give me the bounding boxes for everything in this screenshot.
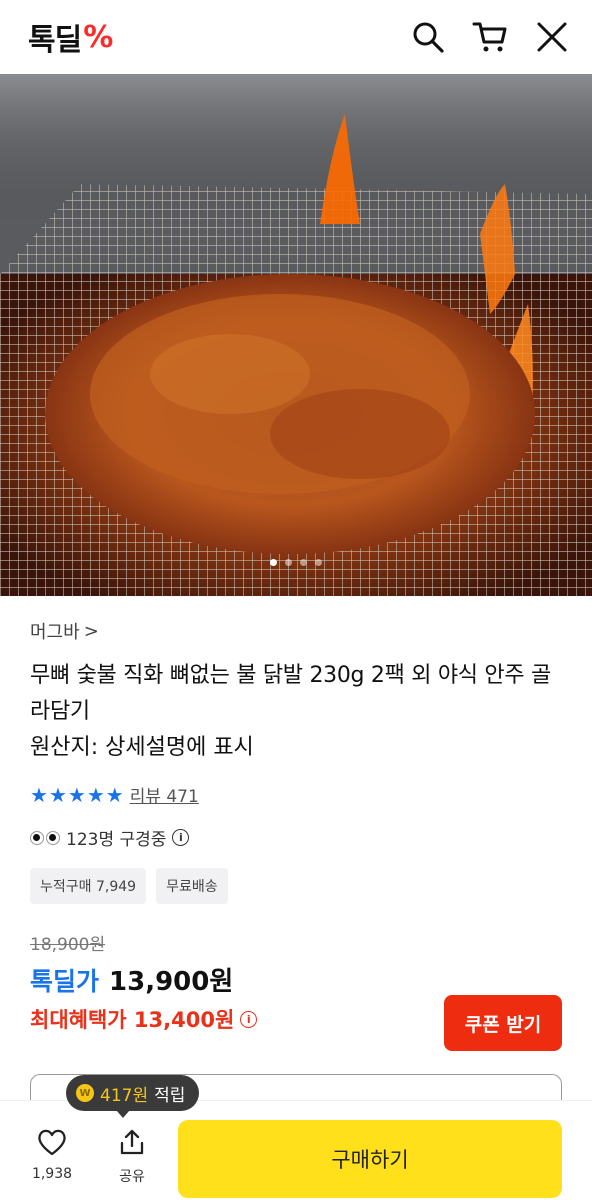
- star-icon: ★: [105, 782, 124, 807]
- points-amount: 417원: [100, 1085, 149, 1106]
- points-tooltip: W 417원 적립: [66, 1075, 200, 1118]
- like-button[interactable]: 1,938: [22, 1128, 82, 1182]
- header-actions: [410, 19, 570, 55]
- share-label: 공유: [119, 1169, 145, 1185]
- star-rating: ★ ★ ★ ★ ★: [30, 785, 124, 805]
- eyes-icon: [30, 830, 60, 845]
- star-icon: ★: [86, 782, 105, 807]
- search-icon[interactable]: [410, 19, 446, 55]
- close-icon[interactable]: [534, 19, 570, 55]
- product-info: 머그바 > 무뼈 숯불 직화 뼈없는 불 닭발 230g 2팩 외 야식 안주 …: [30, 618, 570, 1034]
- product-photo: [0, 74, 592, 596]
- cart-icon[interactable]: [472, 19, 508, 55]
- deal-price-label: 톡딜가: [30, 967, 100, 996]
- review-link[interactable]: 리뷰 471: [130, 782, 199, 807]
- logo-mark: %: [83, 19, 113, 55]
- info-icon[interactable]: i: [172, 829, 190, 846]
- product-title: 무뼈 숯불 직화 뼈없는 불 닭발 230g 2팩 외 야식 안주 골라담기: [30, 663, 551, 724]
- coin-icon: W: [76, 1084, 94, 1102]
- star-icon: ★: [48, 782, 67, 807]
- brand-name: 머그바: [30, 622, 80, 643]
- star-icon: ★: [67, 782, 86, 807]
- chevron-right-icon: >: [83, 620, 99, 642]
- viewer-count: 123명 구경중 i: [30, 825, 570, 850]
- viewer-count-text: 123명 구경중: [66, 830, 167, 850]
- carousel-dot[interactable]: [285, 559, 292, 566]
- product-badges: 누적구매 7,949 무료배송: [30, 868, 570, 904]
- carousel-dot[interactable]: [270, 559, 277, 566]
- buy-button[interactable]: 구매하기: [178, 1120, 562, 1198]
- carousel-dot[interactable]: [300, 559, 307, 566]
- deal-price-value: 13,900원: [109, 967, 234, 997]
- carousel-indicator: [0, 559, 592, 566]
- original-price: 18,900원: [30, 935, 106, 955]
- max-benefit-price: 최대혜택가 13,400원: [30, 1008, 235, 1032]
- product-origin: 원산지: 상세설명에 표시: [30, 735, 254, 760]
- logo-text: 톡딜: [28, 23, 82, 58]
- heart-icon: [38, 1129, 66, 1156]
- share-icon: [120, 1129, 144, 1155]
- logo[interactable]: 톡딜 %: [28, 15, 113, 59]
- top-header: 톡딜 %: [0, 0, 592, 74]
- info-icon[interactable]: i: [240, 1010, 258, 1028]
- carousel-dot[interactable]: [315, 559, 322, 566]
- get-coupon-button[interactable]: 쿠폰 받기: [444, 995, 562, 1051]
- badge-cumulative-purchase: 누적구매 7,949: [30, 868, 147, 904]
- share-button[interactable]: 공유: [102, 1128, 162, 1186]
- rating-row: ★ ★ ★ ★ ★ 리뷰 471: [30, 782, 570, 808]
- like-count: 1,938: [31, 1166, 73, 1182]
- deal-price-row: 톡딜가 13,900원: [30, 961, 570, 998]
- badge-free-shipping: 무료배송: [156, 868, 228, 904]
- points-label: 적립: [154, 1085, 186, 1106]
- product-image[interactable]: [0, 74, 592, 596]
- star-icon: ★: [30, 782, 48, 807]
- brand-link[interactable]: 머그바 >: [30, 618, 570, 644]
